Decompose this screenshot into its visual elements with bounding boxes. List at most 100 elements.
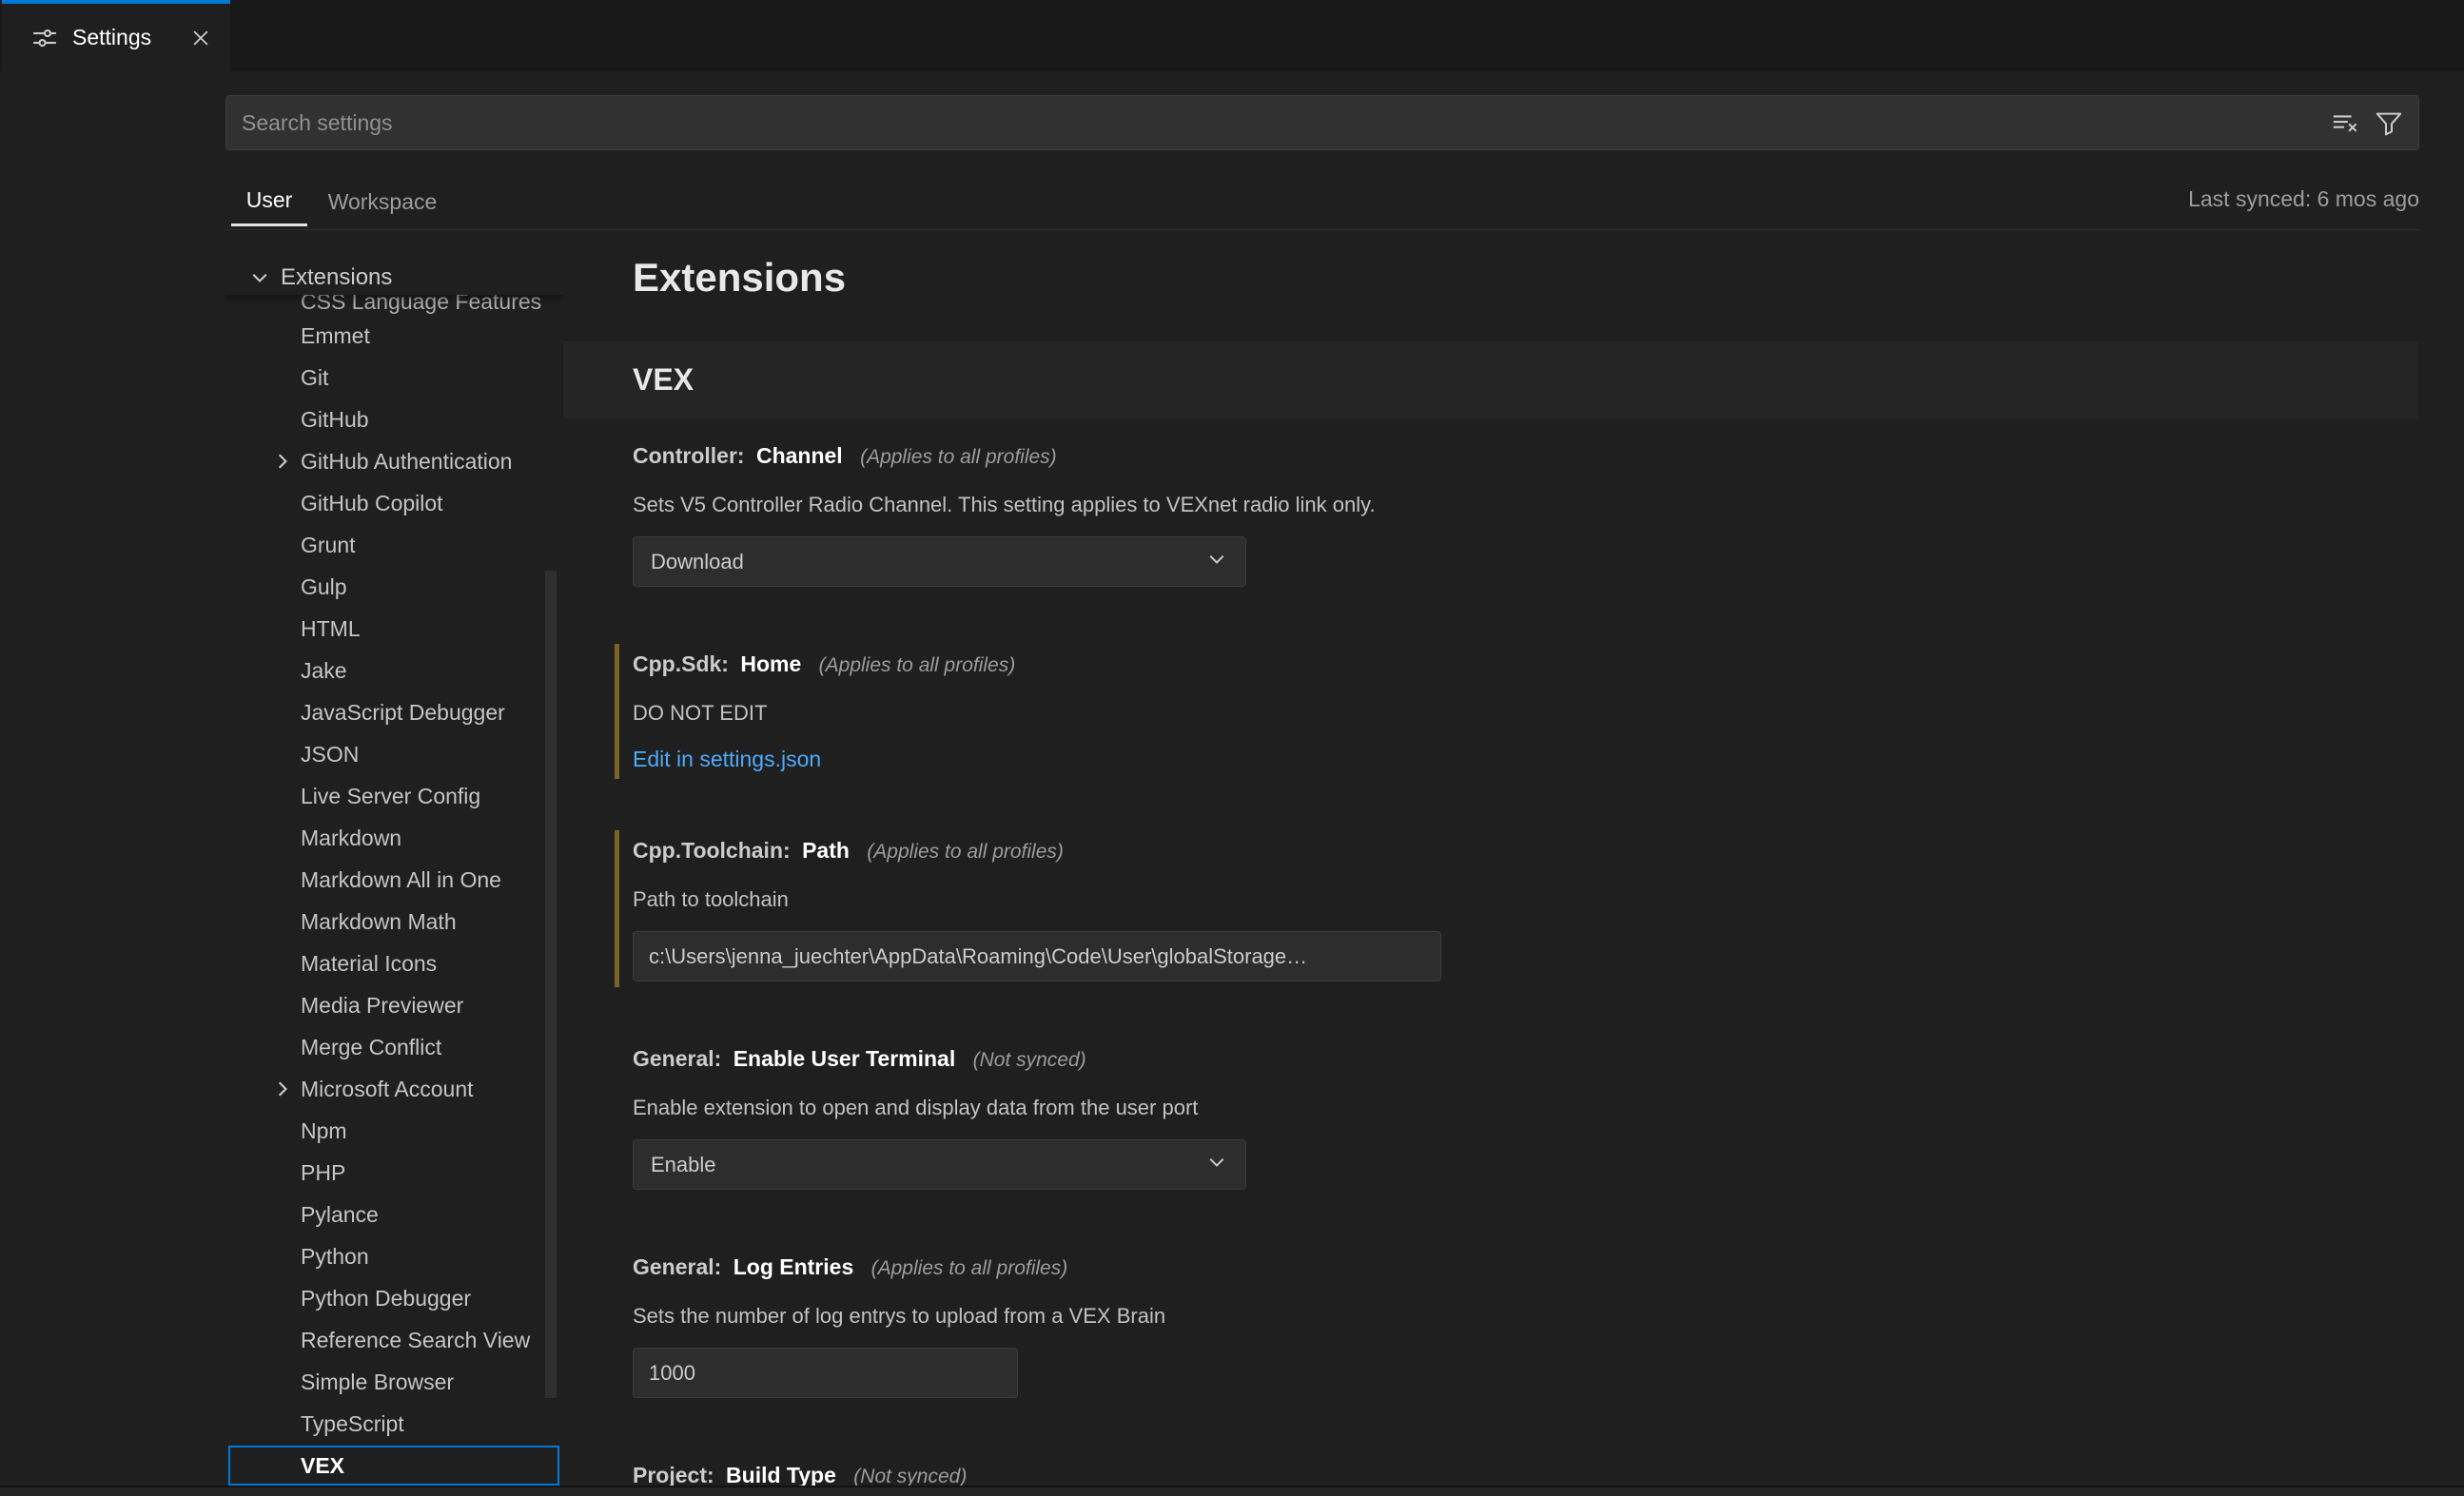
toc-item-git[interactable]: Git: [225, 357, 563, 398]
toc-item-markdown[interactable]: Markdown: [225, 817, 563, 859]
edit-in-settings-json-link[interactable]: Edit in settings.json: [633, 745, 821, 773]
toolchain-path-input[interactable]: [633, 931, 1441, 981]
toc-item-jake[interactable]: Jake: [225, 650, 563, 691]
modified-indicator-bar: [615, 830, 619, 987]
setting-name: Build Type: [726, 1463, 836, 1487]
toc-item-label: Jake: [301, 658, 347, 684]
toc-item-github-authentication[interactable]: GitHub Authentication: [225, 440, 563, 482]
toc-item-github[interactable]: GitHub: [225, 398, 563, 440]
filter-icon[interactable]: [2373, 107, 2405, 139]
toc-item-python[interactable]: Python: [225, 1235, 563, 1277]
editor-tab-bar: Settings: [0, 0, 2464, 71]
setting-name: Enable User Terminal: [733, 1046, 956, 1071]
toc-item-label: Markdown: [301, 826, 401, 851]
page-title: Extensions: [633, 253, 846, 302]
setting-cpp-sdk-home: Cpp.Sdk: Home (Applies to all profiles) …: [633, 650, 2464, 773]
toc-item-live-server-config[interactable]: Live Server Config: [225, 775, 563, 817]
toc-item-markdown-math[interactable]: Markdown Math: [225, 901, 563, 942]
setting-cpp-toolchain-path: Cpp.Toolchain: Path (Applies to all prof…: [633, 836, 2464, 981]
tab-user[interactable]: User: [231, 177, 307, 226]
settings-list: Controller: Channel (Applies to all prof…: [563, 418, 2464, 1491]
setting-description: DO NOT EDIT: [633, 699, 2464, 728]
settings-tab[interactable]: Settings: [2, 0, 230, 71]
toc-item-label: Live Server Config: [301, 784, 480, 809]
setting-category: General:: [633, 1254, 721, 1279]
tab-user-label: User: [246, 187, 293, 213]
toc-item-html[interactable]: HTML: [225, 608, 563, 650]
toc-item-label: Python: [301, 1244, 369, 1270]
toc-item-label: Gulp: [301, 574, 347, 600]
setting-scope-annotation: (Applies to all profiles): [819, 654, 1016, 676]
tab-workspace-label: Workspace: [328, 189, 438, 215]
toc-item-label: Emmet: [301, 323, 370, 349]
chevron-right-icon: [271, 450, 294, 473]
toc-item-grunt[interactable]: Grunt: [225, 524, 563, 566]
toc-item-label: JSON: [301, 742, 359, 767]
toc-item-markdown-all-in-one[interactable]: Markdown All in One: [225, 859, 563, 901]
toc-item-label: Media Previewer: [301, 993, 463, 1019]
user-terminal-select[interactable]: Enable: [633, 1139, 1246, 1190]
close-icon[interactable]: [185, 22, 217, 54]
clear-search-filters-icon[interactable]: [2329, 107, 2361, 139]
select-value: Enable: [651, 1153, 716, 1177]
chevron-right-icon: [271, 1078, 294, 1100]
toc-item-label: Markdown Math: [301, 909, 457, 935]
setting-description: Sets V5 Controller Radio Channel. This s…: [633, 491, 2464, 519]
toc-item-label: Material Icons: [301, 951, 437, 977]
setting-category: Controller:: [633, 443, 745, 468]
setting-category: General:: [633, 1046, 721, 1071]
setting-log-entries: General: Log Entries (Applies to all pro…: [633, 1253, 2464, 1398]
settings-body: Extensions VEX Controller: Channel (Appl…: [563, 230, 2464, 1496]
toc-item-php[interactable]: PHP: [225, 1152, 563, 1194]
log-entries-input[interactable]: [633, 1348, 1018, 1398]
toc-item-json[interactable]: JSON: [225, 733, 563, 775]
toc-item-reference-search-view[interactable]: Reference Search View: [225, 1319, 563, 1361]
chevron-down-icon: [1205, 548, 1228, 576]
setting-description: Path to toolchain: [633, 885, 2464, 914]
section-title: VEX: [633, 362, 694, 398]
toc-item-github-copilot[interactable]: GitHub Copilot: [225, 482, 563, 524]
toc-item-label: GitHub Authentication: [301, 449, 512, 475]
toc-item-typescript[interactable]: TypeScript: [225, 1403, 563, 1445]
toc-item-python-debugger[interactable]: Python Debugger: [225, 1277, 563, 1319]
toc-item-material-icons[interactable]: Material Icons: [225, 942, 563, 984]
setting-category: Project:: [633, 1463, 714, 1487]
chevron-down-icon: [1205, 1151, 1228, 1179]
toc-item-gulp[interactable]: Gulp: [225, 566, 563, 608]
tab-title: Settings: [72, 25, 151, 50]
setting-scope-annotation: (Not synced): [853, 1466, 967, 1487]
section-header-vex: VEX: [563, 340, 2418, 418]
toc-item-microsoft-account[interactable]: Microsoft Account: [225, 1068, 563, 1110]
toc-item-label: Merge Conflict: [301, 1035, 441, 1060]
toc-item-label: GitHub: [301, 407, 369, 433]
setting-name: Home: [740, 651, 801, 676]
setting-controller-channel: Controller: Channel (Applies to all prof…: [633, 441, 2464, 587]
toc-item-label: PHP: [301, 1160, 345, 1186]
setting-title: Cpp.Toolchain: Path (Applies to all prof…: [633, 836, 2464, 866]
setting-scope-annotation: (Applies to all profiles): [867, 841, 1064, 863]
toc-root-label: Extensions: [281, 264, 392, 291]
toc-root-extensions[interactable]: Extensions: [225, 260, 563, 295]
search-input[interactable]: [226, 96, 2329, 149]
toc-item-label: VEX: [301, 1453, 344, 1479]
setting-description: Sets the number of log entrys to upload …: [633, 1302, 2464, 1331]
tab-workspace[interactable]: Workspace: [323, 177, 441, 226]
last-synced-status: Last synced: 6 mos ago: [2188, 186, 2419, 212]
toc-item-emmet[interactable]: Emmet: [225, 315, 563, 357]
channel-select[interactable]: Download: [633, 536, 1246, 587]
toc-item-simple-browser[interactable]: Simple Browser: [225, 1361, 563, 1403]
toc-item-npm[interactable]: Npm: [225, 1110, 563, 1152]
toc-item-vex[interactable]: VEX: [225, 1445, 563, 1486]
chevron-down-icon: [248, 266, 271, 289]
toc-item-label: HTML: [301, 616, 361, 642]
toc-item-label: GitHub Copilot: [301, 491, 443, 516]
toc-item-merge-conflict[interactable]: Merge Conflict: [225, 1026, 563, 1068]
toc-item-javascript-debugger[interactable]: JavaScript Debugger: [225, 691, 563, 733]
setting-title: General: Log Entries (Applies to all pro…: [633, 1253, 2464, 1283]
toc-item-media-previewer[interactable]: Media Previewer: [225, 984, 563, 1026]
bottom-panel-edge: [0, 1486, 2464, 1496]
settings-editor-window: Settings User: [0, 0, 2464, 1496]
toc-item-pylance[interactable]: Pylance: [225, 1194, 563, 1235]
setting-name: Path: [802, 838, 850, 863]
setting-scope-annotation: (Applies to all profiles): [871, 1257, 1068, 1279]
